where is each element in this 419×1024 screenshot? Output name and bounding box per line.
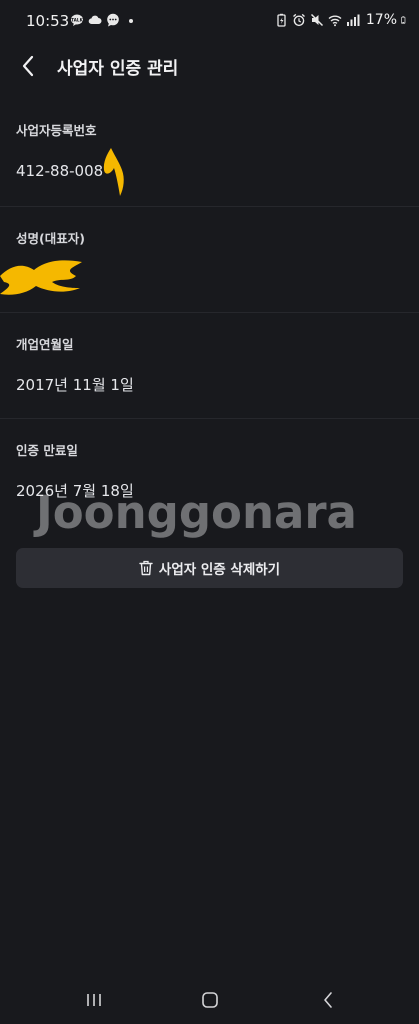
opening-date-value: 2017년 11월 1일 [16, 376, 134, 394]
opening-date-section: 개업연월일 2017년 11월 1일 [0, 312, 419, 419]
delete-business-verification-button[interactable]: 사업자 인증 삭제하기 [16, 548, 403, 588]
business-number-label: 사업자등록번호 [16, 123, 97, 138]
opening-date-label: 개업연월일 [16, 337, 74, 352]
svg-text:TALK: TALK [71, 17, 83, 22]
expiry-date-label: 인증 만료일 [16, 443, 78, 458]
wifi-icon [328, 15, 342, 27]
business-number-section: 사업자등록번호 412-88-008 [0, 104, 419, 207]
status-time: 10:53 [26, 12, 70, 30]
page-title: 사업자 인증 관리 [57, 59, 179, 79]
battery-icon [401, 16, 406, 24]
representative-label: 성명(대표자) [16, 231, 85, 246]
redaction-scribble [0, 260, 82, 295]
chevron-left-icon [22, 55, 34, 77]
recent-apps-button[interactable] [80, 988, 108, 1012]
battery-saver-icon [277, 13, 286, 27]
status-left-icons: TALK [70, 13, 138, 27]
recent-apps-icon [87, 994, 101, 1006]
signal-icon [346, 14, 360, 26]
redaction-scribble [103, 148, 124, 196]
business-number-value: 412-88-008 [16, 162, 104, 180]
nav-back-button[interactable] [314, 988, 342, 1012]
talk-icon: TALK [71, 14, 84, 26]
app-header: 사업자 인증 관리 [0, 44, 419, 88]
screen: 10:53 TALK 17% 사업자 인증 관리 사업자등록번호 412-88- [0, 0, 419, 1024]
watermark: Joonggonara [36, 486, 357, 539]
home-icon [202, 992, 218, 1008]
back-icon [324, 992, 332, 1008]
alarm-icon [292, 13, 305, 27]
delete-button-label: 사업자 인증 삭제하기 [158, 562, 281, 578]
battery-percentage: 17% [365, 12, 397, 28]
home-button[interactable] [196, 988, 224, 1012]
cloud-icon [88, 15, 102, 24]
representative-section: 성명(대표자) [0, 206, 419, 313]
status-right-icons: 17% [274, 12, 409, 28]
status-bar: 10:53 TALK 17% [0, 0, 419, 44]
back-button[interactable] [12, 50, 44, 82]
mute-icon [310, 13, 323, 27]
system-nav-bar [0, 976, 419, 1024]
dot-icon [129, 19, 133, 23]
chat-icon [107, 13, 119, 27]
trash-icon [139, 560, 153, 576]
